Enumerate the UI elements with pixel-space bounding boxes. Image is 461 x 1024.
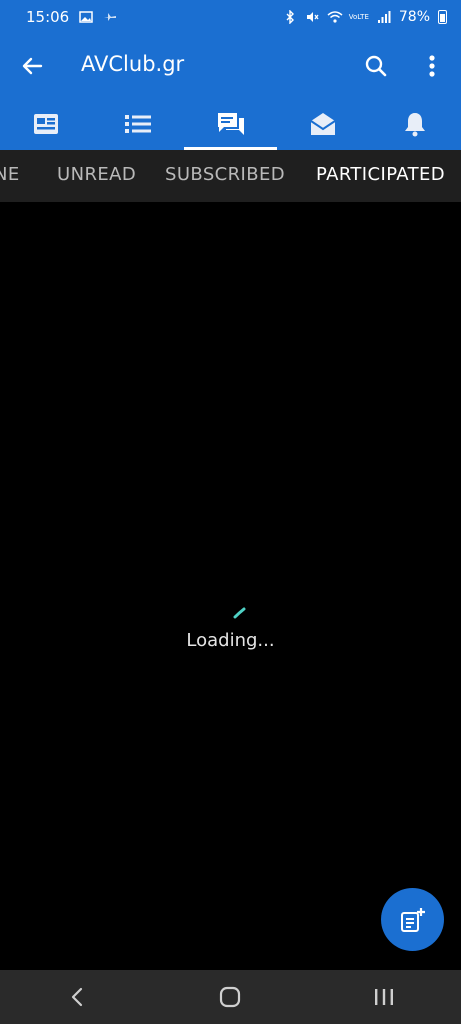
battery-percent: 78%: [398, 9, 430, 25]
battery-icon: [438, 10, 447, 24]
tab-news[interactable]: [0, 98, 92, 150]
tab-list[interactable]: [92, 98, 184, 150]
back-button[interactable]: [18, 52, 46, 80]
tab-participated[interactable]: PARTICIPATED: [316, 164, 445, 185]
news-icon: [34, 114, 59, 134]
compose-icon: [400, 907, 425, 932]
tab-none[interactable]: NE: [0, 164, 20, 185]
more-options-button[interactable]: [416, 50, 448, 82]
status-time: 15:06: [26, 8, 70, 26]
recents-icon: [375, 989, 394, 1005]
more-vert-icon: [429, 55, 435, 77]
back-arrow-icon: [22, 57, 43, 75]
mute-icon: [305, 10, 319, 24]
new-topic-button[interactable]: [381, 888, 444, 951]
plane-icon: [103, 10, 117, 24]
nav-recents-button[interactable]: [354, 977, 414, 1017]
app-title: AVClub.gr: [81, 52, 185, 76]
tab-forum[interactable]: [184, 98, 277, 150]
tab-subscribed[interactable]: SUBSCRIBED: [165, 164, 285, 185]
volte-lte-icon: VoLTE: [348, 12, 369, 21]
tab-inbox[interactable]: [277, 98, 369, 150]
tab-notifications[interactable]: [369, 98, 461, 150]
chevron-left-icon: [71, 987, 82, 1007]
loading-spinner-icon: [233, 607, 246, 619]
search-button[interactable]: [360, 50, 392, 82]
search-icon: [365, 55, 387, 77]
app-bar: AVClub.gr: [0, 34, 461, 98]
forum-icon: [217, 113, 244, 135]
volte-label: VoLTE: [348, 12, 369, 21]
section-icon-tabs: [0, 98, 461, 150]
bell-icon: [404, 113, 425, 137]
list-icon: [125, 115, 152, 133]
bluetooth-icon: [283, 9, 297, 25]
system-nav-bar: [0, 970, 461, 1024]
nav-home-button[interactable]: [200, 977, 260, 1017]
filter-tabs: NE UNREAD SUBSCRIBED PARTICIPATED: [0, 150, 461, 202]
status-bar: 15:06 VoLTE 78%: [0, 0, 461, 34]
inbox-icon: [310, 113, 336, 135]
nav-back-button[interactable]: [47, 977, 107, 1017]
loading-text: Loading...: [186, 630, 275, 651]
signal-icon: [377, 10, 391, 24]
gallery-icon: [79, 10, 93, 24]
home-icon: [220, 986, 241, 1008]
tab-unread[interactable]: UNREAD: [57, 164, 136, 185]
wifi-icon: [327, 10, 343, 24]
